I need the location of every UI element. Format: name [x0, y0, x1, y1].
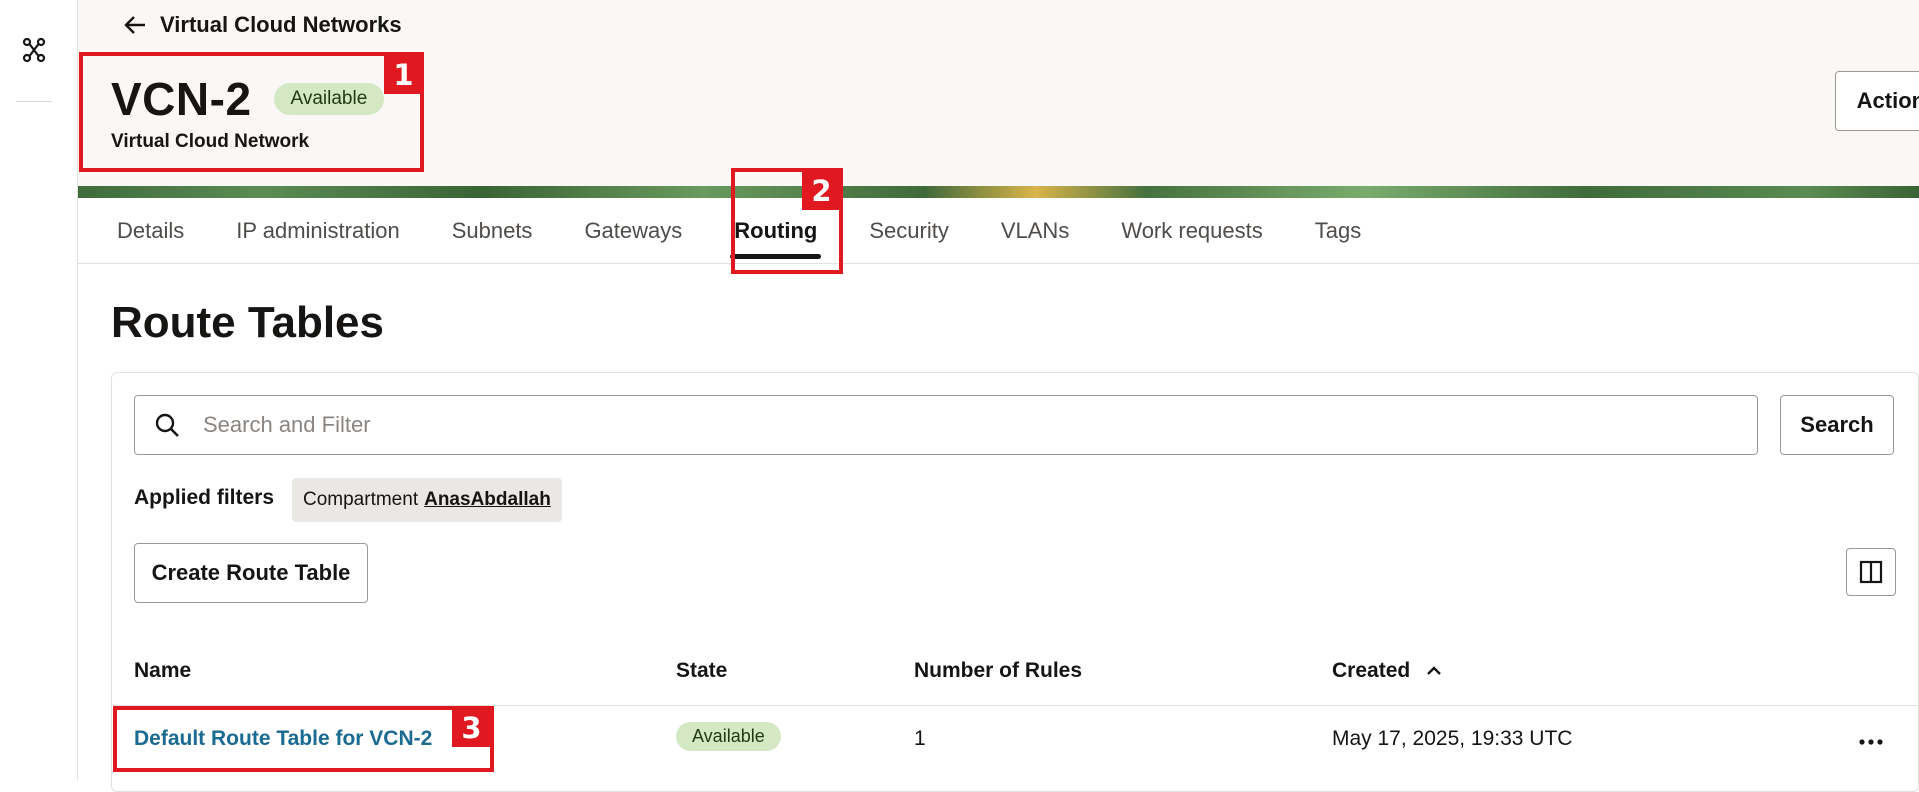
annotation-number-1: 1	[384, 55, 423, 94]
tab-details[interactable]: Details	[117, 218, 184, 244]
tab-gateways[interactable]: Gateways	[584, 218, 682, 244]
search-input[interactable]	[201, 411, 1705, 439]
section-title: Route Tables	[111, 298, 385, 347]
create-route-table-button[interactable]: Create Route Table	[134, 543, 368, 603]
search-button[interactable]: Search	[1780, 395, 1894, 455]
status-badge: Available	[273, 83, 385, 115]
columns-button[interactable]	[1846, 548, 1896, 596]
more-horizontal-icon[interactable]	[1856, 727, 1886, 757]
columns-icon	[1859, 560, 1883, 584]
page-subtitle: Virtual Cloud Network	[111, 131, 310, 152]
actions-label: Actions	[1856, 88, 1919, 113]
network-topology-icon[interactable]	[20, 36, 48, 64]
filter-chip: Compartment AnasAbdallah	[292, 478, 562, 522]
tab-ip-administration[interactable]: IP administration	[236, 218, 399, 244]
row-created: May 17, 2025, 19:33 UTC	[1332, 727, 1573, 750]
row-rules-count: 1	[914, 727, 926, 750]
back-link-label: Virtual Cloud Networks	[160, 12, 402, 37]
tab-subnets[interactable]: Subnets	[452, 218, 533, 244]
annotation-number-2: 2	[802, 171, 841, 210]
side-nav	[0, 0, 78, 780]
decorative-banner	[78, 186, 1919, 198]
tab-tags[interactable]: Tags	[1315, 218, 1361, 244]
tab-vlans[interactable]: VLANs	[1001, 218, 1069, 244]
title-row: VCN-2 Available	[111, 72, 385, 126]
applied-filters-label: Applied filters	[134, 486, 275, 509]
tab-routing[interactable]: Routing	[730, 218, 822, 259]
arrow-left-icon	[124, 16, 145, 34]
route-tables-panel: Search Applied filters Compartment AnasA…	[111, 372, 1919, 792]
annotation-number-3: 3	[452, 708, 491, 747]
chevron-up-icon[interactable]	[1424, 661, 1444, 681]
tab-security[interactable]: Security	[869, 218, 948, 244]
page-title: VCN-2	[111, 73, 252, 125]
tab-work-requests[interactable]: Work requests	[1121, 218, 1262, 244]
back-link[interactable]: Virtual Cloud Networks	[122, 12, 402, 38]
page-header: Virtual Cloud Networks VCN-2 Available V…	[78, 0, 1919, 186]
row-status-badge: Available	[676, 722, 781, 751]
column-header-name: Name	[134, 659, 192, 682]
route-table-link[interactable]: Default Route Table for VCN-2	[134, 727, 432, 751]
filter-chip-value[interactable]: AnasAbdallah	[424, 489, 551, 511]
search-icon	[155, 413, 179, 437]
search-box	[134, 395, 1758, 455]
sidebar-divider	[16, 101, 52, 102]
tab-bar: Details IP administration Subnets Gatewa…	[78, 198, 1919, 264]
column-header-rules: Number of Rules	[914, 659, 1083, 682]
actions-button[interactable]: Actions	[1835, 71, 1919, 131]
filter-chip-key: Compartment	[303, 489, 419, 510]
column-header-created-label: Created	[1332, 659, 1411, 682]
column-header-created[interactable]: Created	[1332, 659, 1444, 683]
column-header-state: State	[676, 659, 728, 682]
table-divider	[112, 705, 1918, 706]
